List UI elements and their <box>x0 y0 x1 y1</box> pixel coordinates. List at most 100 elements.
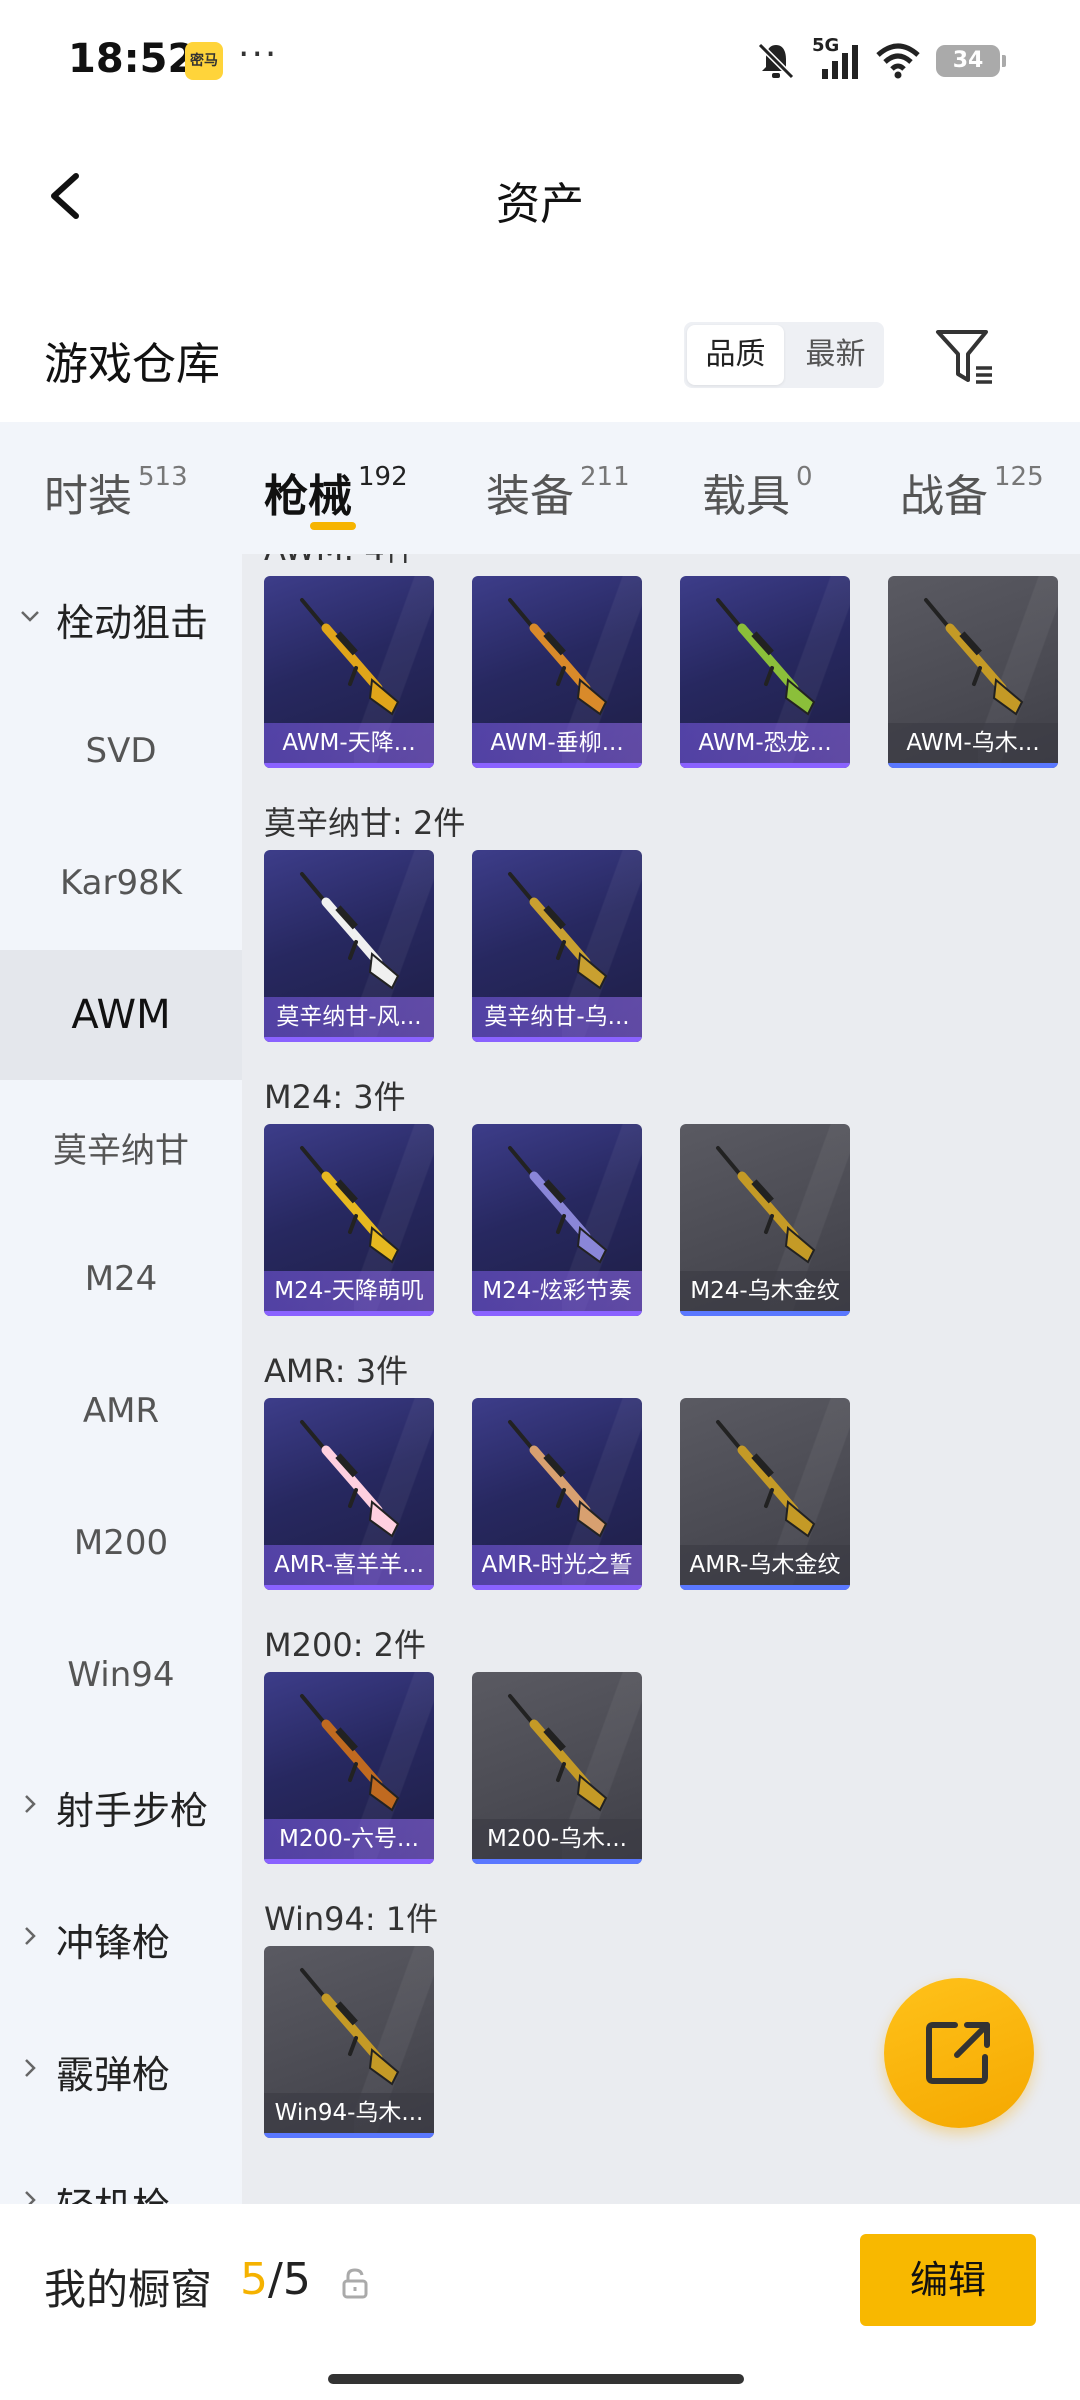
active-tab-indicator <box>310 522 356 530</box>
app-badge-icon: 密马 <box>185 42 223 80</box>
weapon-skin-name: AWM-天降... <box>264 723 434 763</box>
weapon-skin-card[interactable]: M200-乌木... <box>472 1672 642 1864</box>
tab-fashion[interactable]: 时装 513 <box>44 460 188 524</box>
share-floating-button[interactable] <box>884 1978 1034 2128</box>
weapon-skin-name: M24-乌木金纹 <box>680 1271 850 1311</box>
chevron-right-icon <box>25 2059 36 2077</box>
rifle-icon <box>508 598 608 716</box>
rarity-bar <box>680 1585 850 1590</box>
tab-supplies[interactable]: 战备 125 <box>900 460 1044 524</box>
chevron-down-icon <box>21 611 39 622</box>
tab-count: 211 <box>580 462 630 492</box>
tab-label: 枪械 <box>264 471 352 522</box>
weapon-skin-card[interactable]: AMR-喜羊羊... <box>264 1398 434 1590</box>
rarity-bar <box>472 1311 642 1316</box>
rifle-icon <box>300 1146 400 1264</box>
edit-button[interactable]: 编辑 <box>860 2234 1036 2326</box>
weapon-skin-card[interactable]: AWM-天降... <box>264 576 434 768</box>
weapon-skin-name: M200-乌木... <box>472 1819 642 1859</box>
rarity-bar <box>472 1585 642 1590</box>
showcase-count: 5/5 <box>240 2254 311 2305</box>
share-icon <box>926 2022 990 2084</box>
sidebar-item-kar98k[interactable]: Kar98K <box>0 818 242 948</box>
sidebar-item-m24[interactable]: M24 <box>0 1214 242 1344</box>
sidebar-item-awm[interactable]: AWM <box>0 950 242 1080</box>
group-title: Win94: 1件 <box>264 1900 439 1938</box>
section-header: 游戏仓库 品质 最新 <box>0 300 1080 420</box>
tab-count: 513 <box>138 462 188 492</box>
showcase-separator: / <box>268 2254 283 2305</box>
sidebar-group-lmg[interactable]: 轻机枪 <box>0 2138 242 2204</box>
tab-vehicles[interactable]: 载具 0 <box>702 460 813 524</box>
rifle-icon <box>716 1146 816 1264</box>
tab-label: 装备 <box>486 471 574 522</box>
weapon-skin-card[interactable]: AWM-垂柳... <box>472 576 642 768</box>
page-title: 资产 <box>496 179 584 230</box>
status-bar: 18:52 密马 ··· 5G 34 <box>0 0 1080 120</box>
sidebar-group-bolt-action[interactable]: 栓动狙击 <box>0 554 242 684</box>
wifi-icon <box>876 43 920 79</box>
rarity-bar <box>264 1585 434 1590</box>
weapon-skin-card[interactable]: M200-六号... <box>264 1672 434 1864</box>
tab-count: 125 <box>994 462 1044 492</box>
weapon-skin-card[interactable]: AWM-乌木... <box>888 576 1058 768</box>
group-title: AMR: 3件 <box>264 1352 409 1390</box>
group-title: 莫辛纳甘: 2件 <box>264 804 466 842</box>
weapon-skin-card[interactable]: AWM-恐龙... <box>680 576 850 768</box>
sort-by-quality-button[interactable]: 品质 <box>687 325 784 385</box>
sort-segmented-control: 品质 最新 <box>684 322 884 388</box>
rarity-bar <box>888 763 1058 768</box>
rifle-icon <box>300 1694 400 1812</box>
tab-label: 时装 <box>44 471 132 522</box>
weapon-skin-card[interactable]: M24-炫彩节奏 <box>472 1124 642 1316</box>
showcase-current: 5 <box>240 2254 268 2305</box>
tab-label: 战备 <box>900 471 988 522</box>
weapon-skin-card[interactable]: AMR-乌木金纹 <box>680 1398 850 1590</box>
sidebar-item-amr[interactable]: AMR <box>0 1346 242 1476</box>
sidebar-item-svd[interactable]: SVD <box>0 686 242 816</box>
group-title: AWM: 4件 <box>264 554 417 570</box>
more-notifications-icon: ··· <box>238 34 279 75</box>
rifle-icon <box>716 598 816 716</box>
weapon-skin-card[interactable]: 莫辛纳甘-乌... <box>472 850 642 1042</box>
sidebar-group-label: 轻机枪 <box>56 2176 170 2205</box>
status-icons: 5G 34 <box>754 35 1006 84</box>
tab-firearms[interactable]: 枪械 192 <box>264 460 408 524</box>
home-indicator[interactable] <box>328 2374 744 2384</box>
filter-icon[interactable] <box>930 322 1000 392</box>
lock-icon <box>342 2268 368 2299</box>
sidebar-item-m200[interactable]: M200 <box>0 1478 242 1608</box>
showcase-bar: 我的橱窗 5/5 编辑 <box>0 2204 1080 2400</box>
cell-signal-icon: 5G <box>812 35 860 83</box>
tab-equipment[interactable]: 装备 211 <box>486 460 630 524</box>
sidebar-item-mosin[interactable]: 莫辛纳甘 <box>0 1082 242 1212</box>
battery-icon: 34 <box>936 45 1006 77</box>
sidebar-group-dmr[interactable]: 射手步枪 <box>0 1742 242 1872</box>
weapon-skin-name: 莫辛纳甘-乌... <box>472 997 642 1037</box>
weapon-skin-card[interactable]: AMR-时光之誓 <box>472 1398 642 1590</box>
sidebar-group-label: 霰弹枪 <box>56 2052 171 2097</box>
group-title: M200: 2件 <box>264 1626 427 1664</box>
chevron-right-icon <box>25 1927 36 1945</box>
weapon-skin-name: AMR-乌木金纹 <box>680 1545 850 1585</box>
rarity-bar <box>264 1859 434 1864</box>
weapon-skin-name: M24-天降萌叽 <box>264 1271 434 1311</box>
navigation-bar: 资产 <box>0 120 1080 270</box>
rifle-icon <box>508 872 608 990</box>
weapon-skin-card[interactable]: M24-天降萌叽 <box>264 1124 434 1316</box>
weapon-skin-card[interactable]: Win94-乌木... <box>264 1946 434 2138</box>
rarity-bar <box>264 763 434 768</box>
weapon-skin-name: AWM-乌木... <box>888 723 1058 763</box>
sidebar-group-shotgun[interactable]: 霰弹枪 <box>0 2006 242 2136</box>
weapon-skin-card[interactable]: M24-乌木金纹 <box>680 1124 850 1316</box>
sidebar-item-win94[interactable]: Win94 <box>0 1610 242 1740</box>
status-time: 18:52 <box>68 36 196 82</box>
weapon-skin-card[interactable]: 莫辛纳甘-风... <box>264 850 434 1042</box>
weapon-type-sidebar: 栓动狙击 SVD Kar98K AWM 莫辛纳甘 M24 AMR M200 Wi… <box>0 554 242 2204</box>
mute-icon <box>757 42 795 80</box>
sidebar-group-label: 射手步枪 <box>56 1788 209 1833</box>
weapon-skin-name: Win94-乌木... <box>264 2093 434 2133</box>
rarity-bar <box>472 1859 642 1864</box>
sort-by-newest-button[interactable]: 最新 <box>787 322 884 388</box>
sidebar-group-smg[interactable]: 冲锋枪 <box>0 1874 242 2004</box>
